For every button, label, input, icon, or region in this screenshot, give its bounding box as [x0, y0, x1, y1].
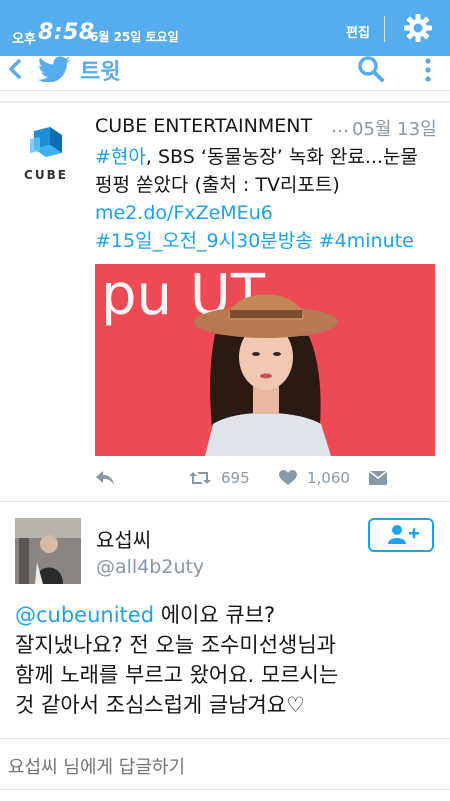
- name-ellipsis: ...: [331, 115, 350, 137]
- photo-illustration: pu UT: [95, 264, 435, 456]
- reply-bar: [0, 738, 450, 801]
- hashtag-link[interactable]: #현아: [95, 146, 146, 168]
- tweet-text: #현아, SBS ‘동물농장’ 녹화 완료...눈물 펑펑 쏟았다 (출처 : …: [95, 143, 445, 255]
- app-header: 트윗: [0, 56, 450, 91]
- tweet-text-segment: 에이요 큐브?: [154, 603, 276, 627]
- follow-button[interactable]: [368, 518, 434, 552]
- tweet-actions: 695 1,060: [95, 465, 435, 493]
- cube-logo-text: CUBE: [24, 168, 68, 182]
- tweet-text-line: 펑펑 쏟았다 (출처 : TV리포트): [95, 174, 340, 196]
- tweet-photo[interactable]: pu UT: [95, 264, 435, 456]
- retweet-count: 695: [221, 469, 250, 487]
- like-count: 1,060: [307, 469, 350, 487]
- tweet-date: 05월 13일: [352, 119, 437, 140]
- page-title: 트윗: [80, 60, 121, 85]
- tweet-text-line: #현아, SBS ‘동물농장’ 녹화 완료...눈물: [95, 143, 445, 171]
- tweet-text-line: @cubeunited 에이요 큐브?: [15, 600, 445, 630]
- add-user-icon: [388, 525, 419, 544]
- author-name[interactable]: 요섭씨: [96, 524, 151, 553]
- avatar[interactable]: [15, 518, 81, 584]
- retweet-icon[interactable]: [189, 470, 211, 486]
- status-time: 8:58: [38, 20, 95, 45]
- cube-logo-avatar[interactable]: CUBE: [20, 125, 72, 187]
- status-bar: 오후 8:58 6월 25일 토요일 편집: [0, 0, 450, 56]
- reply-underline: [0, 789, 450, 790]
- status-ampm: 오후: [12, 32, 36, 47]
- message-icon[interactable]: [369, 471, 387, 485]
- tweet[interactable]: CUBE CUBE ENTERTAINMENT ... 05월 13일 #현아,…: [0, 103, 450, 502]
- tweet-text-line: 잘지냈나요? 전 오늘 조수미선생님과: [15, 633, 336, 657]
- reply-icon[interactable]: [95, 469, 115, 487]
- avatar-photo: [15, 518, 81, 584]
- edit-button[interactable]: 편집: [346, 22, 370, 41]
- tweet-text-line: 것 같아서 조심스럽게 글남겨요♡: [15, 693, 306, 717]
- author-handle[interactable]: @all4b2uty: [96, 556, 204, 578]
- mention-link[interactable]: @cubeunited: [15, 603, 154, 627]
- author-name[interactable]: CUBE ENTERTAINMENT: [95, 115, 312, 137]
- tweet-text: @cubeunited 에이요 큐브? 잘지냈나요? 전 오늘 조수미선생님과 …: [15, 600, 445, 720]
- status-divider: [384, 16, 385, 42]
- reply-input[interactable]: [8, 757, 428, 778]
- tweet-text-segment: , SBS ‘동물농장’ 녹화 완료...눈물: [145, 146, 418, 168]
- chevron-left-icon[interactable]: [6, 56, 24, 82]
- search-icon[interactable]: [356, 54, 386, 84]
- tweet-text-line: 함께 노래를 부르고 왔어요. 모르시는: [15, 663, 339, 687]
- tweet[interactable]: 요섭씨 @all4b2uty @cubeunited 에이요 큐브? 잘지냈나요…: [0, 502, 450, 738]
- gear-icon[interactable]: [402, 12, 434, 44]
- heart-icon[interactable]: [279, 470, 297, 486]
- more-vertical-icon[interactable]: [418, 56, 438, 84]
- twitter-bird-icon: [38, 56, 71, 82]
- url-link[interactable]: me2.do/FxZeMEu6: [95, 199, 445, 227]
- status-date: 6월 25일 토요일: [90, 30, 179, 44]
- hashtag-link[interactable]: #15일_오전_9시30분방송 #4minute: [95, 227, 445, 255]
